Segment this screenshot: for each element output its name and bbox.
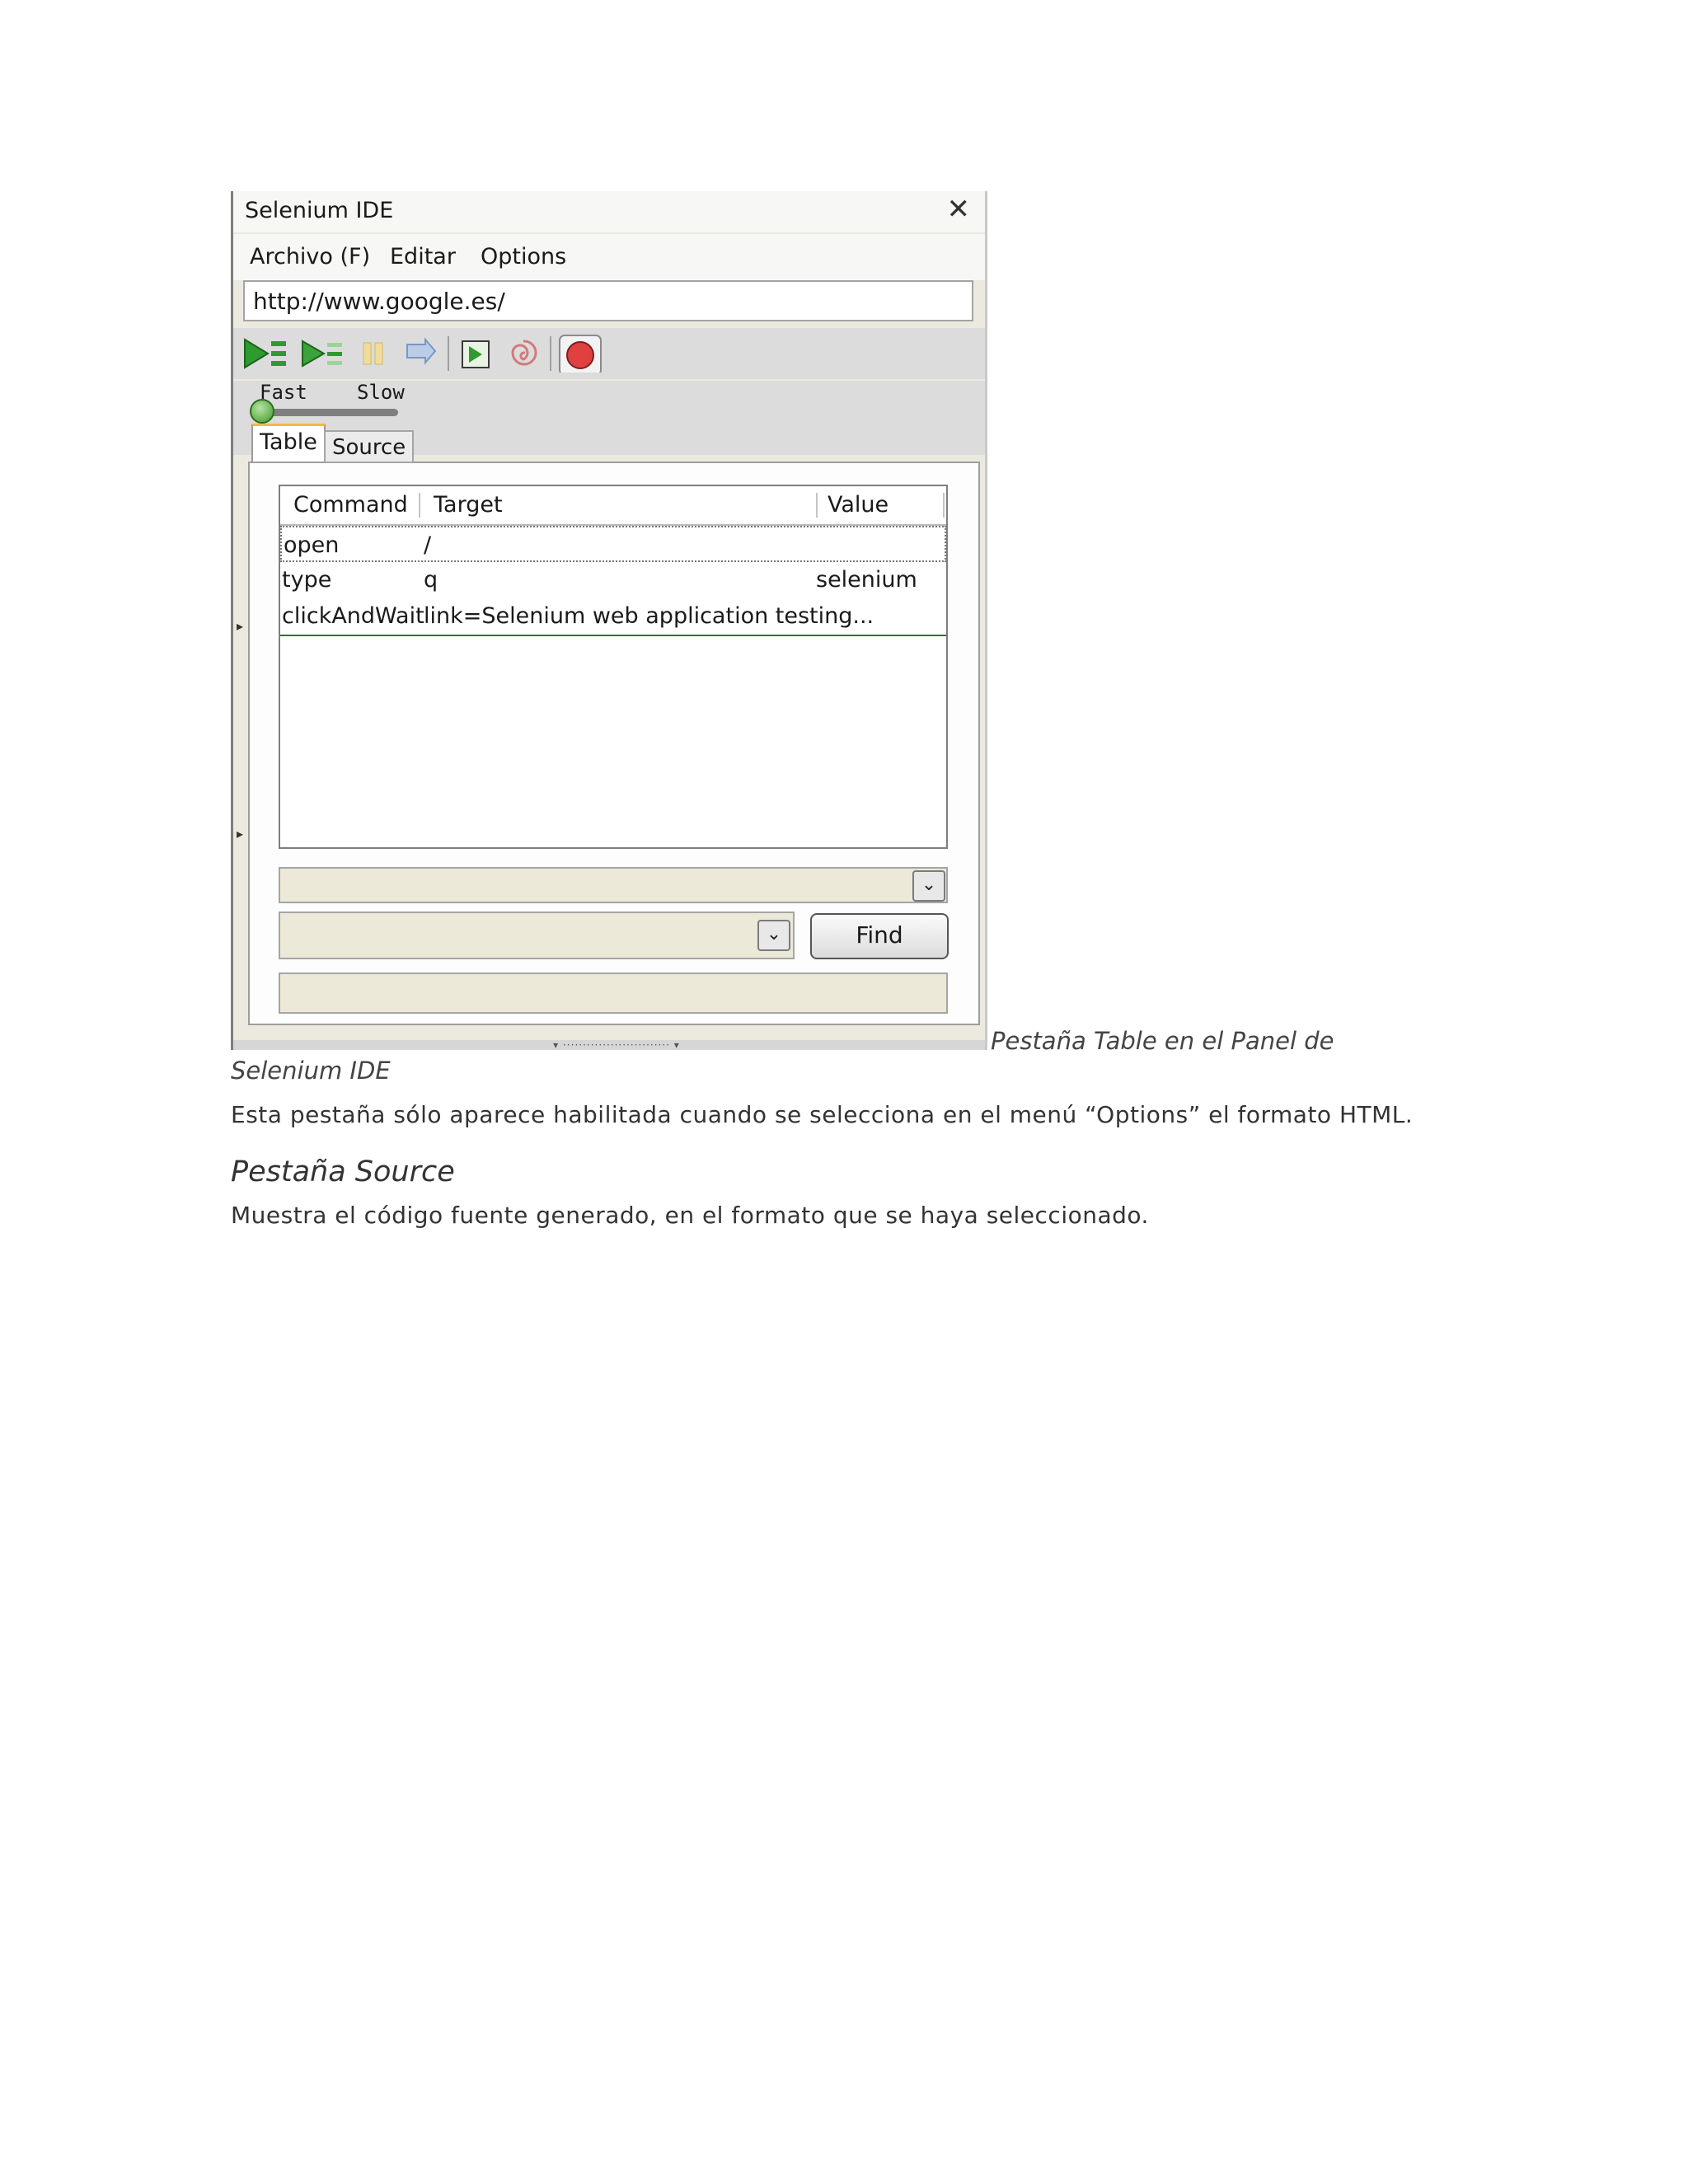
cell-target: q (424, 567, 438, 593)
column-separator (816, 493, 818, 518)
column-separator (419, 493, 420, 518)
menu-options[interactable]: Options (481, 244, 566, 269)
table-row[interactable]: open / (280, 526, 946, 562)
speed-slider-thumb[interactable] (250, 399, 274, 424)
column-separator (943, 493, 945, 518)
tab-source[interactable]: Source (324, 430, 415, 463)
chevron-down-icon[interactable]: ⌄ (757, 920, 790, 951)
cell-command: type (282, 567, 332, 593)
window-title: Selenium IDE (245, 198, 394, 223)
command-table: Command Target Value open / type q selen… (279, 485, 948, 849)
splitter-grip-icon[interactable]: ▾ ··························· ▾ (497, 1040, 736, 1050)
value-field[interactable] (279, 972, 948, 1014)
test-runner-icon[interactable] (456, 335, 495, 373)
menu-bar: Archivo (F) Editar Options (233, 234, 985, 280)
column-header-command[interactable]: Command (293, 486, 408, 524)
column-header-value[interactable]: Value (828, 486, 889, 524)
rows-end-line (280, 635, 946, 636)
find-button[interactable]: Find (810, 913, 949, 959)
base-url-input[interactable]: http://www.google.es/ (243, 280, 973, 321)
toolbar (233, 328, 985, 379)
record-icon[interactable] (558, 335, 603, 373)
step-icon[interactable] (402, 335, 438, 373)
toolbar-separator (550, 336, 551, 371)
splitter-arrow-icon[interactable]: ▸ (237, 618, 243, 634)
cell-command: open (284, 532, 340, 558)
menu-editar[interactable]: Editar (390, 244, 456, 269)
cell-command: clickAndWait (282, 603, 424, 629)
section-heading-source: Pestaña Source (231, 1155, 455, 1188)
rollup-icon[interactable] (505, 335, 542, 373)
cell-target: link=Selenium web application testing... (424, 603, 874, 629)
cell-value: selenium (816, 567, 917, 593)
command-select[interactable] (279, 867, 948, 903)
paragraph-table-tab: Esta pestaña sólo aparece habilitada cua… (231, 1101, 1414, 1128)
play-current-icon[interactable] (299, 335, 349, 373)
figure-caption-line1: Pestaña Table en el Panel de (991, 1027, 1334, 1055)
table-row[interactable]: clickAndWait link=Selenium web applicati… (280, 598, 946, 635)
column-header-target[interactable]: Target (434, 486, 503, 524)
speed-slow-label: Slow (357, 381, 405, 404)
title-bar: Selenium IDE ✕ (233, 191, 985, 232)
target-select[interactable] (279, 912, 795, 959)
figure-caption-line2: Selenium IDE (231, 1057, 391, 1085)
selenium-ide-window: Selenium IDE ✕ Archivo (F) Editar Option… (231, 191, 987, 1050)
table-row[interactable]: type q selenium (280, 562, 946, 598)
chevron-down-icon[interactable]: ⌄ (912, 870, 945, 902)
speed-slider-track[interactable] (258, 409, 398, 416)
splitter-arrow-icon[interactable]: ▸ (237, 826, 243, 841)
play-all-icon[interactable] (241, 335, 291, 373)
close-icon[interactable]: ✕ (947, 193, 971, 226)
toolbar-separator (448, 336, 449, 371)
cell-target: / (424, 532, 432, 558)
paragraph-source-tab: Muestra el código fuente generado, en el… (231, 1202, 1149, 1229)
tab-table[interactable]: Table (251, 424, 326, 462)
menu-archivo[interactable]: Archivo (F) (250, 244, 370, 269)
pause-icon[interactable] (357, 335, 390, 373)
